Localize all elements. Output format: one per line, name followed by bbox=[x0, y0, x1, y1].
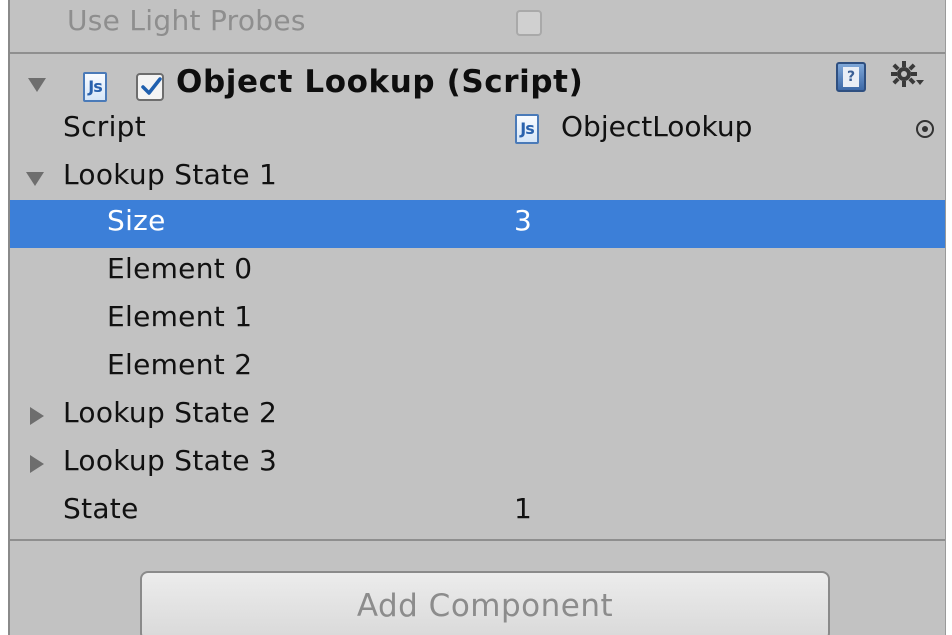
footer: Add Component bbox=[10, 541, 945, 635]
lookup-state-2-row[interactable]: Lookup State 2 bbox=[10, 392, 945, 440]
state-value[interactable]: 1 bbox=[514, 492, 532, 525]
script-field-row: Script Js ObjectLookup bbox=[10, 106, 945, 154]
list-item[interactable]: Element 0 bbox=[10, 248, 945, 296]
js-script-icon: Js bbox=[515, 114, 539, 144]
script-value: ObjectLookup bbox=[561, 110, 753, 143]
lookup-state-3-row[interactable]: Lookup State 3 bbox=[10, 440, 945, 488]
object-picker-icon[interactable] bbox=[916, 120, 934, 138]
element-1-label: Element 1 bbox=[107, 300, 253, 333]
element-0-label: Element 0 bbox=[107, 252, 253, 285]
size-label: Size bbox=[107, 204, 166, 237]
state-label: State bbox=[63, 492, 139, 525]
previous-component-row: Use Light Probes bbox=[10, 0, 945, 52]
help-book-icon[interactable]: ? bbox=[836, 62, 866, 92]
js-script-icon: Js bbox=[83, 72, 107, 102]
use-light-probes-checkbox[interactable] bbox=[516, 10, 542, 36]
lookup-state-3-fold-arrow-icon[interactable] bbox=[30, 455, 44, 473]
lookup-state-2-label: Lookup State 2 bbox=[63, 396, 278, 429]
lookup-state-3-label: Lookup State 3 bbox=[63, 444, 278, 477]
lookup-state-2-fold-arrow-icon[interactable] bbox=[30, 407, 44, 425]
component-header[interactable]: Js Object Lookup (Script) ? bbox=[10, 54, 945, 112]
gear-icon[interactable] bbox=[890, 60, 926, 100]
script-label: Script bbox=[63, 110, 147, 143]
list-item[interactable]: Element 1 bbox=[10, 296, 945, 344]
lookup-state-1-label: Lookup State 1 bbox=[63, 158, 278, 191]
size-field-row[interactable]: Size 3 bbox=[10, 200, 945, 248]
element-2-label: Element 2 bbox=[107, 348, 253, 381]
list-item[interactable]: Element 2 bbox=[10, 344, 945, 392]
component-title: Object Lookup (Script) bbox=[176, 64, 584, 100]
lookup-state-1-fold-arrow-icon[interactable] bbox=[26, 172, 44, 186]
use-light-probes-label: Use Light Probes bbox=[67, 4, 306, 37]
inspector-panel: Use Light Probes Js Object Lookup (Scrip… bbox=[8, 0, 946, 635]
state-field-row: State 1 bbox=[10, 488, 945, 536]
checkmark-icon bbox=[141, 77, 162, 95]
component-fold-arrow-icon[interactable] bbox=[28, 78, 46, 92]
component-enabled-checkbox[interactable] bbox=[136, 73, 164, 101]
lookup-state-1-row[interactable]: Lookup State 1 bbox=[10, 154, 945, 202]
add-component-button[interactable]: Add Component bbox=[140, 571, 830, 635]
size-value[interactable]: 3 bbox=[514, 204, 532, 237]
